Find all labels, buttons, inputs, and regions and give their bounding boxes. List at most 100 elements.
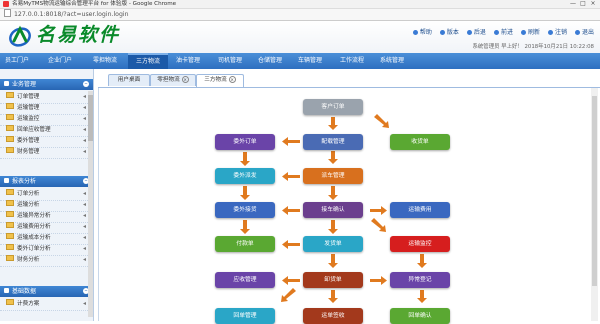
folder-icon bbox=[6, 233, 14, 239]
section-icon bbox=[4, 288, 9, 293]
folder-icon bbox=[6, 136, 14, 142]
flow-node-receivable[interactable]: 应收管理 bbox=[215, 272, 275, 288]
close-window-button[interactable]: × bbox=[588, 0, 598, 8]
folder-icon bbox=[6, 103, 14, 109]
chevron-icon: ◂ bbox=[82, 115, 86, 122]
sidebar-item-billing-plan[interactable]: 计费方案 ◂ bbox=[0, 299, 88, 311]
window-controls: — □ × bbox=[568, 0, 598, 8]
chevron-icon: ◂ bbox=[82, 300, 86, 307]
chevron-icon: ◂ bbox=[82, 234, 86, 241]
flow-node-stowage[interactable]: 配载管理 bbox=[303, 134, 363, 150]
nav-item-ltl-logistics[interactable]: 零担物流 bbox=[83, 53, 127, 69]
nav-item-fuel-card[interactable]: 油卡管理 bbox=[168, 53, 208, 69]
nav-item-staff-portal[interactable]: 员工门户 bbox=[0, 53, 34, 69]
folder-icon bbox=[6, 244, 14, 250]
sidebar-scrollbar[interactable] bbox=[88, 91, 93, 317]
flow-node-receipt[interactable]: 收货单 bbox=[390, 134, 450, 150]
section-icon bbox=[4, 178, 9, 183]
back-icon bbox=[466, 30, 472, 35]
tab-desktop[interactable]: 用户桌面 bbox=[108, 74, 150, 86]
flow-node-outsource-order[interactable]: 委外订单 bbox=[215, 134, 275, 150]
address-bar[interactable]: 127.0.0.1:8018/?act=user.login.login bbox=[0, 9, 600, 21]
logo-icon bbox=[9, 25, 31, 47]
flow-node-transport-fee[interactable]: 运输费用 bbox=[390, 202, 450, 218]
logout-icon bbox=[547, 30, 553, 35]
chevron-icon: ◂ bbox=[82, 212, 86, 219]
maximize-button[interactable]: □ bbox=[578, 0, 588, 8]
version-link[interactable]: 版本 bbox=[439, 29, 459, 36]
flow-node-payment[interactable]: 付款单 bbox=[215, 236, 275, 252]
section-icon bbox=[4, 81, 9, 86]
chevron-icon: ◂ bbox=[82, 201, 86, 208]
nav-item-3pl-logistics[interactable]: 三方物流 bbox=[128, 53, 168, 69]
scrollbar-thumb[interactable] bbox=[88, 95, 93, 141]
chevron-icon: ◂ bbox=[82, 148, 86, 155]
tab-close-icon[interactable]: × bbox=[181, 76, 189, 83]
folder-icon bbox=[6, 92, 14, 98]
folder-icon bbox=[6, 222, 14, 228]
sidebar: 业务管理 – 订单管理 ◂ 运输管理 ◂ 运输监控 ◂ 回单应收管理 ◂ 委外管理 ◂ 财务… bbox=[0, 69, 94, 321]
scrollbar-thumb[interactable] bbox=[592, 96, 597, 286]
chevron-icon: ◂ bbox=[82, 126, 86, 133]
nav-item-workflow[interactable]: 工作流程 bbox=[332, 53, 372, 69]
info-icon bbox=[439, 30, 445, 35]
folder-icon bbox=[6, 255, 14, 261]
user-greeting: 系统管理员 早上好！ 2018年10月21日 10:22:08 bbox=[472, 44, 594, 50]
refresh-icon bbox=[520, 30, 526, 35]
sidebar-item-finance-analysis[interactable]: 财务分析 ◂ bbox=[0, 255, 88, 267]
flow-node-vehicle-dispatch[interactable]: 派车管理 bbox=[303, 168, 363, 184]
flow-node-receipt-mgmt[interactable]: 回单管理 bbox=[215, 308, 275, 324]
tab-3pl-logistics[interactable]: 三方物流 × bbox=[196, 74, 244, 87]
flow-node-customer-order[interactable]: 客户订单 bbox=[303, 99, 363, 115]
help-icon bbox=[412, 30, 418, 35]
window-titlebar: 名易MyTMS物流运输综合管理平台 for 体验版 - Google Chrom… bbox=[0, 0, 600, 9]
nav-item-system[interactable]: 系统管理 bbox=[372, 53, 412, 69]
refresh-link[interactable]: 刷新 bbox=[520, 29, 540, 36]
flow-node-transport-monitor[interactable]: 运输监控 bbox=[390, 236, 450, 252]
tab-close-icon[interactable]: × bbox=[228, 76, 236, 83]
help-link[interactable]: 帮助 bbox=[412, 29, 432, 36]
flow-node-shipment[interactable]: 发货单 bbox=[303, 236, 363, 252]
content-scrollbar[interactable] bbox=[591, 88, 598, 321]
collapse-icon[interactable]: – bbox=[83, 81, 89, 87]
exit-link[interactable]: 退出 bbox=[574, 29, 594, 36]
sidebar-item-finance[interactable]: 财务管理 ◂ bbox=[0, 147, 88, 159]
url-text[interactable]: 127.0.0.1:8018/?act=user.login.login bbox=[14, 11, 129, 18]
minimize-button[interactable]: — bbox=[568, 0, 578, 8]
flow-node-unload[interactable]: 卸货单 bbox=[303, 272, 363, 288]
folder-icon bbox=[6, 189, 14, 195]
folder-icon bbox=[6, 125, 14, 131]
page-icon bbox=[4, 9, 11, 17]
folder-icon bbox=[6, 299, 14, 305]
chevron-icon: ◂ bbox=[82, 104, 86, 111]
nav-item-warehouse[interactable]: 仓储管理 bbox=[250, 53, 290, 69]
nav-item-vehicle[interactable]: 车辆管理 bbox=[290, 53, 330, 69]
flow-node-waybill-sign[interactable]: 运单签收 bbox=[303, 308, 363, 324]
flow-node-receipt-confirm[interactable]: 回单确认 bbox=[390, 308, 450, 324]
sidebar-section-basic-data[interactable]: 基础数据 – bbox=[0, 286, 93, 297]
folder-icon bbox=[6, 147, 14, 153]
flow-node-exception[interactable]: 异常登记 bbox=[390, 272, 450, 288]
chevron-icon: ◂ bbox=[82, 223, 86, 230]
nav-item-enterprise-portal[interactable]: 企业门户 bbox=[40, 53, 80, 69]
tab-bar: 用户桌面 零担物流 × 三方物流 × bbox=[98, 74, 600, 88]
logout-link[interactable]: 注销 bbox=[547, 29, 567, 36]
flow-node-outsource-dispatch[interactable]: 委外派发 bbox=[215, 168, 275, 184]
main-nav: 员工门户 企业门户 零担物流 三方物流 油卡管理 司机管理 仓储管理 车辆管理 … bbox=[0, 53, 600, 69]
chevron-icon: ◂ bbox=[82, 93, 86, 100]
back-link[interactable]: 后退 bbox=[466, 29, 486, 36]
forward-link[interactable]: 前进 bbox=[493, 29, 513, 36]
chevron-icon: ◂ bbox=[82, 256, 86, 263]
flow-node-vehicle-confirm[interactable]: 接车确认 bbox=[303, 202, 363, 218]
chevron-icon: ◂ bbox=[82, 190, 86, 197]
folder-icon bbox=[6, 211, 14, 217]
tab-ltl-logistics[interactable]: 零担物流 × bbox=[150, 74, 196, 86]
sidebar-section-business[interactable]: 业务管理 – bbox=[0, 79, 93, 90]
sidebar-section-reports[interactable]: 报表分析 – bbox=[0, 176, 93, 187]
chevron-icon: ◂ bbox=[82, 245, 86, 252]
nav-item-driver[interactable]: 司机管理 bbox=[210, 53, 250, 69]
forward-icon bbox=[493, 30, 499, 35]
flow-node-outsource-pickup[interactable]: 委外接货 bbox=[215, 202, 275, 218]
app-icon bbox=[3, 1, 9, 7]
folder-icon bbox=[6, 200, 14, 206]
